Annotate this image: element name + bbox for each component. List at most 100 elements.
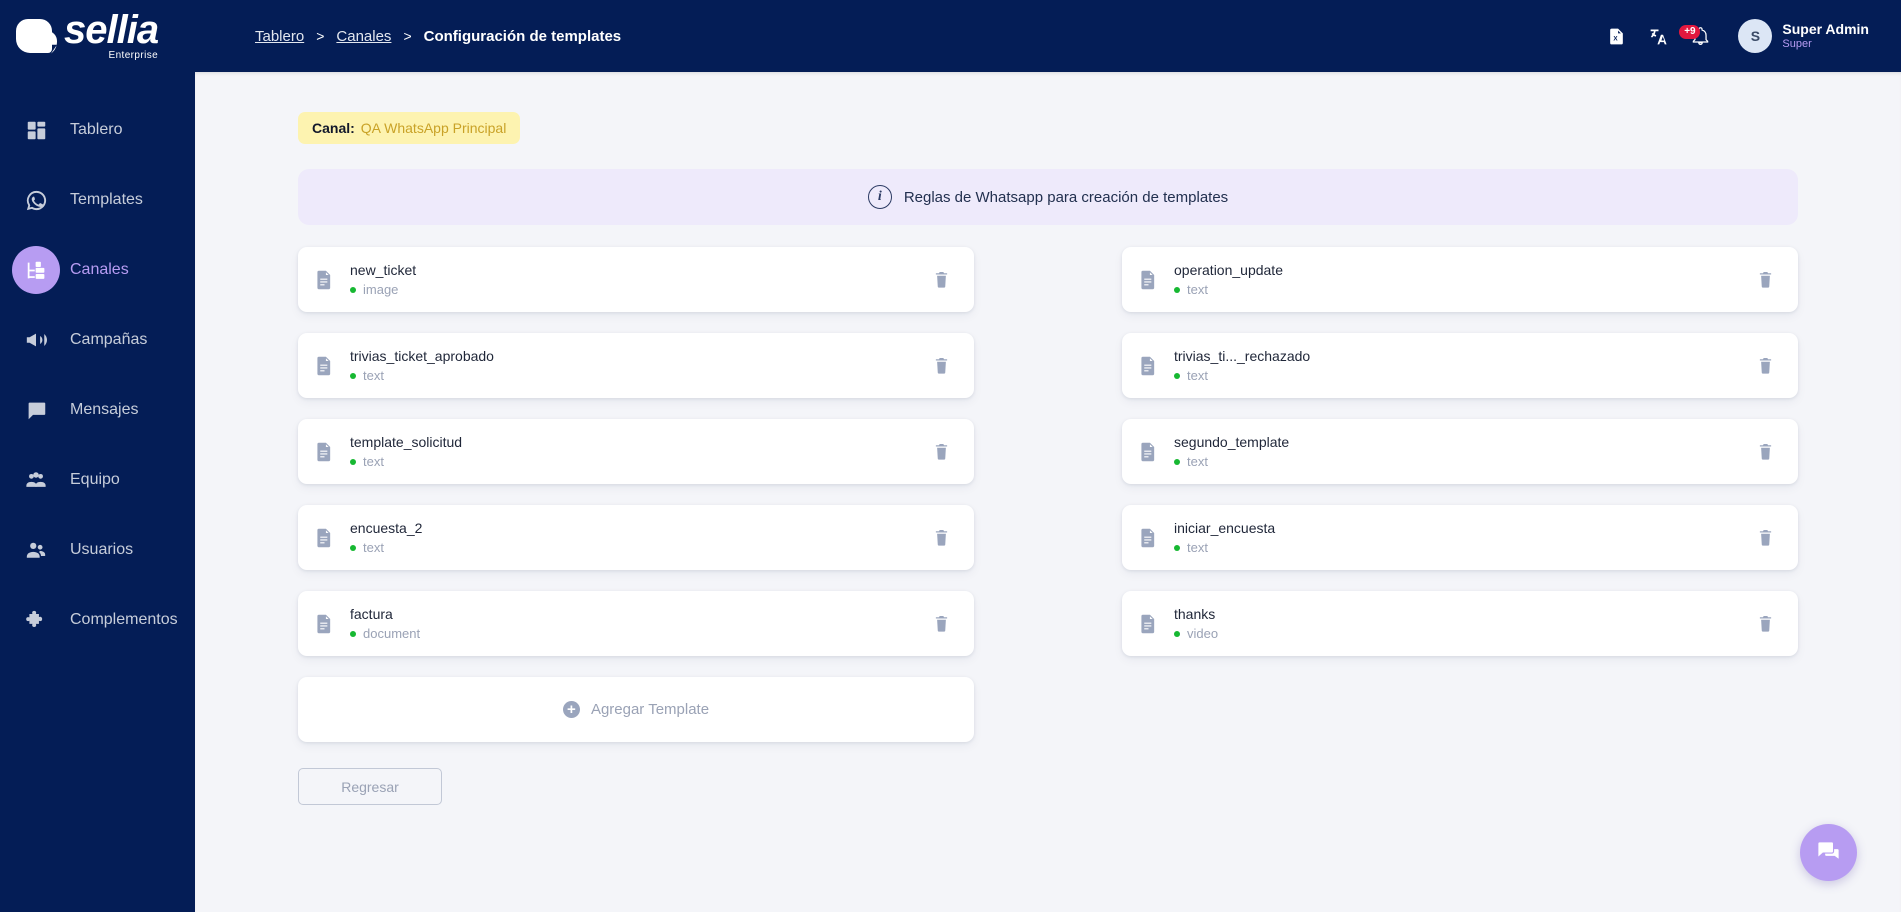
delete-template-button[interactable]: [934, 529, 952, 546]
template-type-label: text: [363, 540, 384, 555]
delete-template-button[interactable]: [1758, 443, 1776, 460]
user-name: Super Admin: [1782, 21, 1869, 37]
sidebar-item-campanas[interactable]: Campañas: [0, 312, 195, 368]
document-icon: [316, 528, 336, 548]
group-icon: [12, 456, 60, 504]
template-type: text: [350, 454, 934, 469]
status-dot: [350, 544, 356, 551]
brand-name: sellia: [64, 8, 159, 52]
add-template-button[interactable]: + Agregar Template: [298, 677, 974, 742]
template-type: text: [1174, 282, 1758, 297]
template-card[interactable]: template_solicitudtext: [298, 419, 974, 484]
chat-bubbles-icon: [1818, 842, 1839, 859]
template-name: encuesta_2: [350, 520, 423, 536]
translate-icon[interactable]: [1648, 26, 1669, 47]
template-type-label: text: [1187, 540, 1208, 555]
sidebar-item-tablero[interactable]: Tablero: [0, 102, 195, 158]
channel-label: Canal:: [312, 120, 355, 136]
template-card[interactable]: operation_updatetext: [1122, 247, 1798, 312]
document-icon: [1140, 614, 1160, 634]
template-name: thanks: [1174, 606, 1216, 622]
delete-template-button[interactable]: [1758, 615, 1776, 632]
template-name: segundo_template: [1174, 434, 1290, 450]
sidebar-item-templates[interactable]: Templates: [0, 172, 195, 228]
template-card[interactable]: thanks video: [1122, 591, 1798, 656]
template-card[interactable]: segundo_template text: [1122, 419, 1798, 484]
template-card[interactable]: iniciar_encuestatext: [1122, 505, 1798, 570]
delete-template-button[interactable]: [934, 443, 952, 460]
status-dot: [350, 286, 356, 293]
sidebar-item-equipo[interactable]: Equipo: [0, 452, 195, 508]
megaphone-icon: [12, 316, 60, 364]
template-name: new_ticket: [350, 262, 417, 278]
delete-template-button[interactable]: [1758, 271, 1776, 288]
sidebar-item-complementos[interactable]: Complementos: [0, 592, 195, 648]
status-dot: [1174, 630, 1180, 637]
template-type: text: [350, 368, 934, 383]
add-template-row: + Agregar Template: [298, 656, 1798, 742]
brand-tagline: Enterprise: [108, 50, 159, 61]
delete-template-button[interactable]: [934, 271, 952, 288]
template-type: text: [1174, 368, 1758, 383]
document-icon: [316, 356, 336, 376]
notifications-bell-icon[interactable]: +9: [1679, 24, 1710, 46]
rules-banner-text: Reglas de Whatsapp para creación de temp…: [903, 188, 1229, 206]
template-type: text: [350, 540, 934, 555]
document-icon: [1140, 270, 1160, 290]
status-dot: [350, 372, 356, 379]
template-name: factura: [350, 606, 393, 622]
template-type: text: [1174, 540, 1758, 555]
sidebar-item-label: Templates: [70, 191, 143, 208]
channel-value: QA WhatsApp Principal: [360, 120, 507, 136]
topbar: Tablero > Canales > Configuración de tem…: [195, 0, 1901, 72]
template-card[interactable]: trivias_ti..._rechazado text: [1122, 333, 1798, 398]
notification-badge: +9: [1679, 24, 1701, 39]
template-name: template_solicitud: [350, 434, 463, 450]
template-type-label: video: [1187, 626, 1219, 641]
status-dot: [1174, 372, 1180, 379]
sidebar-item-usuarios[interactable]: Usuarios: [0, 522, 195, 578]
back-button[interactable]: Regresar: [298, 768, 442, 805]
puzzle-icon: [12, 596, 60, 644]
template-name: operation_update: [1174, 262, 1283, 278]
template-card[interactable]: new_ticketimage: [298, 247, 974, 312]
chat-fab-button[interactable]: [1800, 824, 1857, 881]
info-icon: i: [867, 185, 892, 209]
sidebar-item-label: Equipo: [70, 471, 120, 488]
breadcrumb-item-tablero[interactable]: Tablero: [255, 28, 304, 45]
breadcrumb: Tablero > Canales > Configuración de tem…: [255, 28, 621, 45]
template-name: iniciar_encuesta: [1174, 520, 1276, 536]
status-dot: [1174, 286, 1180, 293]
whatsapp-icon: [12, 176, 60, 224]
sidebar-item-canales[interactable]: Canales: [0, 242, 195, 298]
brand-logo[interactable]: sellia Enterprise: [0, 0, 195, 72]
template-type-label: text: [363, 368, 384, 383]
sidebar-item-mensajes[interactable]: Mensajes: [0, 382, 195, 438]
template-card[interactable]: factura document: [298, 591, 974, 656]
status-dot: [350, 458, 356, 465]
breadcrumb-item-canales[interactable]: Canales: [336, 28, 391, 45]
main-area: Tablero > Canales > Configuración de tem…: [195, 0, 1901, 912]
template-type-label: text: [1187, 282, 1208, 297]
export-excel-icon[interactable]: X: [1607, 27, 1626, 46]
template-card[interactable]: trivias_ticket_aprobado text: [298, 333, 974, 398]
template-type-label: text: [363, 454, 384, 469]
avatar: S: [1738, 19, 1773, 53]
template-type: video: [1174, 626, 1758, 641]
template-type: image: [350, 282, 934, 297]
sidebar-item-label: Tablero: [70, 121, 123, 138]
template-type: document: [350, 626, 934, 641]
whatsapp-rules-banner[interactable]: i Reglas de Whatsapp para creación de te…: [298, 169, 1798, 225]
add-template-label: Agregar Template: [590, 701, 710, 718]
app-root: sellia Enterprise Tablero Templates Cana…: [0, 0, 1901, 912]
delete-template-button[interactable]: [934, 615, 952, 632]
delete-template-button[interactable]: [1758, 357, 1776, 374]
user-menu[interactable]: S Super Admin Super: [1738, 19, 1869, 53]
status-dot: [1174, 544, 1180, 551]
breadcrumb-separator: >: [403, 28, 412, 44]
sellia-logo-icon: [14, 17, 60, 61]
template-type-label: image: [363, 282, 399, 297]
delete-template-button[interactable]: [934, 357, 952, 374]
delete-template-button[interactable]: [1758, 529, 1776, 546]
template-card[interactable]: encuesta_2text: [298, 505, 974, 570]
